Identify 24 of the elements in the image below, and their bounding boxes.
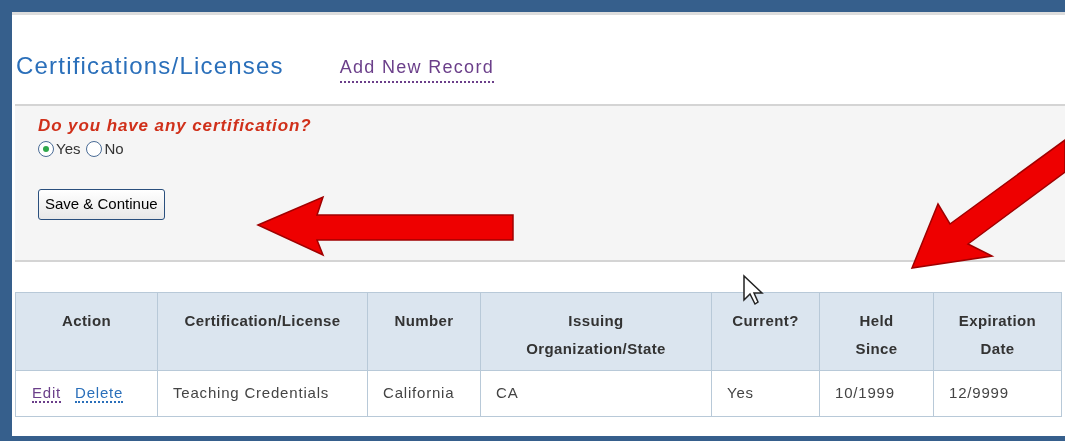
column-header: Issuing Organization/State [526,311,666,359]
edit-link[interactable]: Edit [32,384,62,404]
cursor-icon [742,274,764,306]
table-cell: 10/1999 [819,370,934,417]
question-text: Do you have any certification? [38,116,313,136]
radio-label: No [104,138,124,159]
table-cell: Yes [711,370,820,417]
table-cell: California [367,370,481,417]
column-header: Current? [732,311,799,331]
column-header: Number [394,311,454,331]
radio-label: Yes [56,138,81,159]
table-cell: 12/9999 [933,370,1062,417]
save-button[interactable]: Save & Continue [38,189,165,220]
column-header: Held Since [855,311,898,359]
radio-button[interactable] [86,140,103,157]
radio-button[interactable] [38,140,54,157]
delete-link[interactable]: Delete [75,384,124,404]
column-header: Certification/License [184,311,341,331]
add-record-link[interactable]: Add New Record [339,54,494,83]
column-header: Action [61,311,112,331]
page-title: Certifications/Licenses [16,52,284,81]
table-cell: CA [480,370,712,417]
table-cell: Teaching Credentials [157,370,368,417]
column-header: Expiration Date [958,311,1037,359]
